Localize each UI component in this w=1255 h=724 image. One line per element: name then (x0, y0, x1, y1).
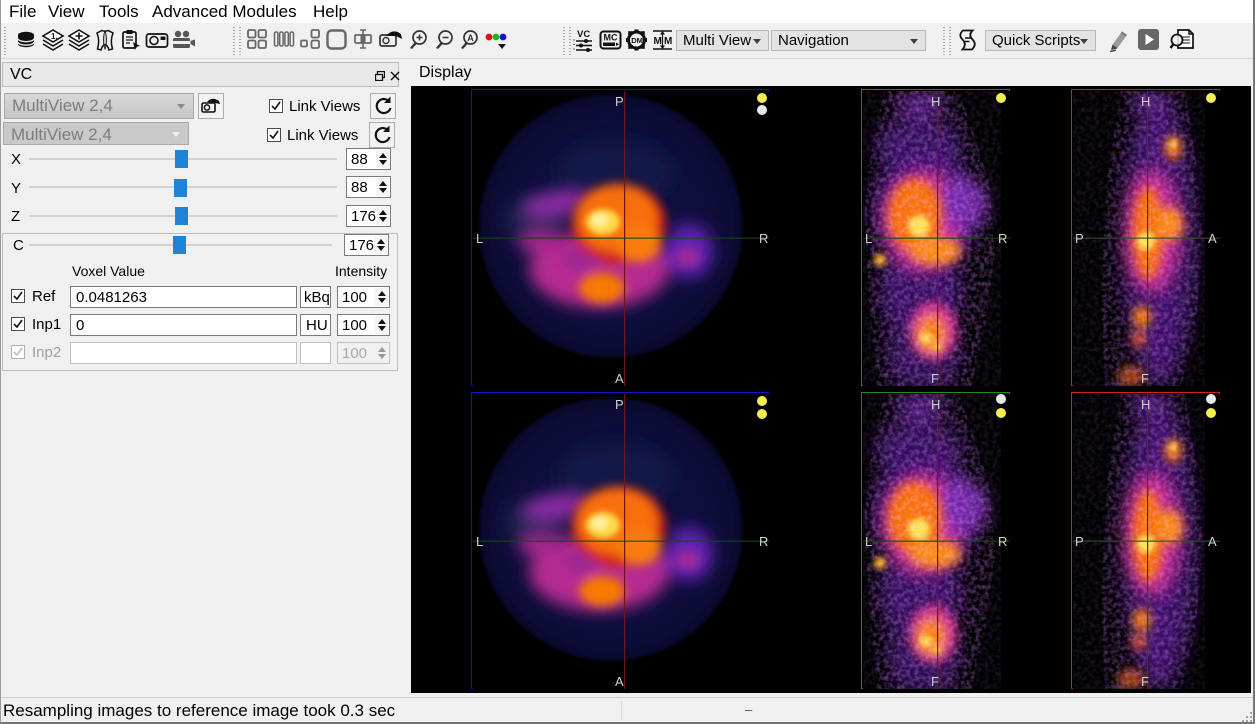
svg-text:A: A (467, 33, 474, 43)
svg-text:M: M (654, 36, 662, 47)
svg-text:VC: VC (577, 29, 590, 40)
svg-text:MC: MC (604, 33, 618, 43)
svg-text:M: M (664, 36, 672, 47)
svg-text:DM: DM (631, 36, 643, 45)
svg-text:1.: 1. (51, 32, 58, 41)
